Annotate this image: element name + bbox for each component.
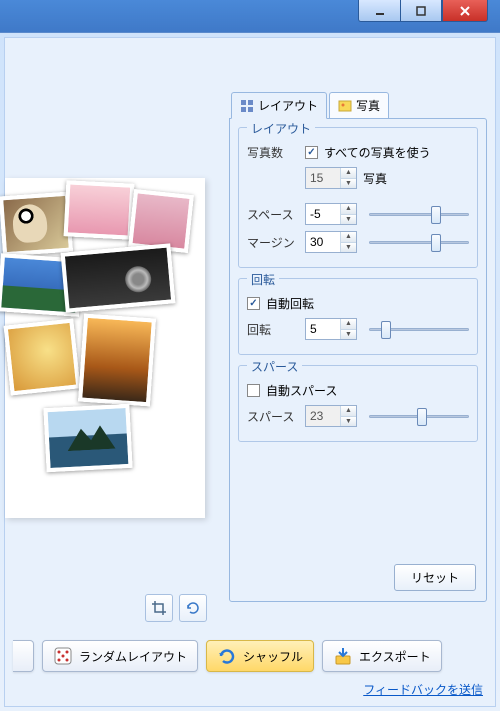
collage-preview [5, 178, 205, 518]
sparse-slider[interactable] [369, 405, 469, 427]
photo-unit-label: 写真 [363, 170, 387, 187]
photos-icon [338, 99, 352, 113]
photo-thumbnail [4, 319, 81, 396]
tab-photos[interactable]: 写真 [329, 92, 389, 119]
space-input[interactable] [306, 204, 340, 224]
export-label: エクスポート [359, 648, 431, 665]
reset-button[interactable]: リセット [394, 564, 476, 591]
photo-thumbnail [0, 192, 73, 257]
layout-icon [240, 99, 254, 113]
sparse-input [306, 406, 340, 426]
layout-legend: レイアウト [247, 120, 315, 137]
export-button[interactable]: エクスポート [322, 640, 442, 672]
margin-slider[interactable] [369, 231, 469, 253]
photo-thumbnail [61, 243, 176, 312]
sparse-fieldset: スパース 自動スパース スパース ▲▼ [238, 365, 478, 442]
spin-down[interactable]: ▼ [341, 330, 356, 340]
space-spinner[interactable]: ▲▼ [305, 203, 357, 225]
random-layout-button[interactable]: ランダムレイアウト [42, 640, 198, 672]
rotation-slider[interactable] [369, 318, 469, 340]
spin-down[interactable]: ▼ [341, 243, 356, 253]
shuffle-icon [217, 646, 237, 666]
rotation-legend: 回転 [247, 271, 279, 288]
margin-input[interactable] [306, 232, 340, 252]
sparse-label: スパース [247, 408, 299, 425]
use-all-checkbox[interactable]: ✓ [305, 146, 318, 159]
spin-up[interactable]: ▲ [341, 406, 356, 417]
shuffle-label: シャッフル [243, 648, 303, 665]
photo-thumbnail [64, 180, 135, 239]
photo-count-spinner: ▲▼ [305, 167, 357, 189]
random-layout-label: ランダムレイアウト [79, 648, 187, 665]
photo-count-input [306, 168, 340, 188]
tab-layout[interactable]: レイアウト [231, 92, 327, 119]
spin-up[interactable]: ▲ [341, 319, 356, 330]
auto-rotation-checkbox[interactable]: ✓ [247, 297, 260, 310]
refresh-tool-button[interactable] [179, 594, 207, 622]
layout-fieldset: レイアウト 写真数 ✓ すべての写真を使う ▲▼ 写真 スペース [238, 127, 478, 268]
spin-up[interactable]: ▲ [341, 204, 356, 215]
use-all-label: すべての写真を使う [324, 144, 431, 161]
auto-sparse-checkbox[interactable] [247, 384, 260, 397]
spin-down[interactable]: ▼ [341, 215, 356, 225]
export-icon [333, 646, 353, 666]
maximize-button[interactable] [400, 0, 442, 22]
partial-button-edge[interactable] [13, 640, 34, 672]
minimize-button[interactable] [358, 0, 400, 22]
space-slider[interactable] [369, 203, 469, 225]
window-titlebar [0, 0, 500, 32]
shuffle-button[interactable]: シャッフル [206, 640, 314, 672]
sparse-legend: スパース [247, 358, 302, 375]
rotation-input[interactable] [306, 319, 340, 339]
rotation-spinner[interactable]: ▲▼ [305, 318, 357, 340]
photo-thumbnail [78, 314, 156, 407]
rotation-label: 回転 [247, 321, 299, 338]
space-label: スペース [247, 206, 299, 223]
photo-count-label: 写真数 [247, 144, 299, 161]
sparse-spinner: ▲▼ [305, 405, 357, 427]
photo-thumbnail [43, 404, 132, 472]
close-button[interactable] [442, 0, 488, 22]
spin-up[interactable]: ▲ [341, 168, 356, 179]
spin-down[interactable]: ▼ [341, 179, 356, 189]
auto-rotation-label: 自動回転 [266, 295, 314, 312]
margin-label: マージン [247, 234, 299, 251]
spin-up[interactable]: ▲ [341, 232, 356, 243]
rotation-fieldset: 回転 ✓ 自動回転 回転 ▲▼ [238, 278, 478, 355]
tab-layout-label: レイアウト [258, 97, 318, 114]
feedback-link[interactable]: フィードバックを送信 [363, 681, 483, 698]
margin-spinner[interactable]: ▲▼ [305, 231, 357, 253]
auto-sparse-label: 自動スパース [266, 382, 337, 399]
crop-tool-button[interactable] [145, 594, 173, 622]
spin-down[interactable]: ▼ [341, 417, 356, 427]
tab-photos-label: 写真 [356, 97, 380, 114]
dice-icon [53, 646, 73, 666]
